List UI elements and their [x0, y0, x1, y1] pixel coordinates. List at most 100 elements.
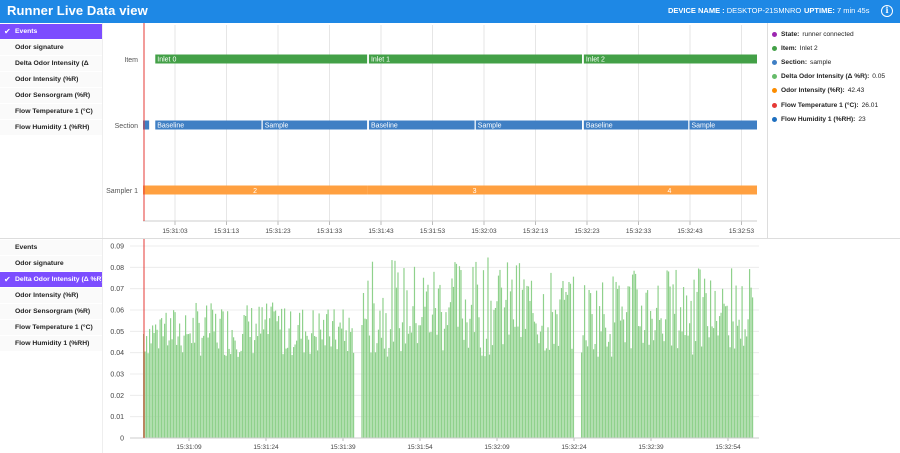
bar — [364, 318, 366, 438]
bar — [633, 270, 635, 438]
top-menu-item-delta-odor-intensity[interactable]: ✔Delta Odor Intensity (Δ — [0, 56, 102, 72]
legend-dot-icon — [772, 116, 777, 122]
bar — [213, 331, 215, 438]
bottom-menu-item-events[interactable]: ✔Events — [0, 240, 102, 256]
top-menu-item-odor-sensorgram-r[interactable]: ✔Odor Sensorgram (%R) — [0, 88, 102, 104]
bar — [368, 335, 371, 438]
bar — [535, 323, 537, 438]
bar — [604, 327, 607, 438]
bar — [482, 270, 485, 438]
menu-item-label: Flow Temperature 1 (°C) — [15, 108, 93, 115]
bar — [508, 334, 510, 438]
bar — [165, 312, 167, 438]
x-tick-label: 15:32:39 — [638, 444, 664, 451]
bar — [553, 343, 555, 438]
bar — [401, 322, 404, 438]
bar — [443, 328, 446, 438]
bar — [308, 339, 310, 438]
legend-value: runner connected — [802, 30, 854, 38]
bottom-chart-menu: ✔Events✔Odor signature ✔ Delta Odor Intens… — [0, 240, 102, 352]
bar — [416, 343, 419, 438]
bar — [548, 349, 551, 438]
bar — [171, 339, 173, 438]
x-tick-label: 15:32:53 — [729, 228, 755, 235]
bar — [622, 319, 625, 438]
bar — [696, 291, 698, 438]
top-menu-item-events[interactable]: ✔ Events — [0, 24, 102, 40]
bar — [273, 311, 275, 438]
bottom-menu-item-delta-odor-intensity-r[interactable]: ✔ Delta Odor Intensity (Δ %R) — [0, 272, 102, 288]
bar — [254, 340, 256, 438]
bar — [218, 348, 220, 438]
section-bar-label: Sample — [265, 123, 289, 130]
info-icon[interactable]: i — [881, 5, 893, 17]
uptime-info: UPTIME: 7 min 45s — [804, 6, 869, 15]
bar — [276, 321, 278, 438]
legend-label: Item: — [781, 44, 797, 52]
bottom-menu-item-flow-temperature-1-c[interactable]: ✔Flow Temperature 1 (°C) — [0, 320, 102, 336]
bar — [494, 307, 497, 438]
x-tick-label: 15:31:43 — [368, 228, 394, 235]
legend-dot-icon — [772, 31, 777, 37]
top-menu-item-odor-signature[interactable]: ✔Odor signature — [0, 40, 102, 56]
legend-value: 23 — [858, 115, 866, 123]
legend-value: 26.01 — [861, 101, 879, 109]
y-tick-label: 0.02 — [110, 393, 124, 400]
section-bar-label: Baseline — [586, 123, 613, 130]
bar — [406, 290, 408, 438]
bar — [597, 356, 599, 438]
bar — [376, 343, 378, 438]
device-info: DEVICE NAME : DESKTOP-21SMNRO — [668, 6, 801, 15]
delta-odor-intensity-chart[interactable]: 0 0.01 0.02 0.03 0.04 0.05 0.06 0.07 0.08 0.09 15:… — [102, 239, 767, 453]
bar — [557, 345, 560, 438]
bottom-menu-item-odor-intensity-r[interactable]: ✔Odor Intensity (%R) — [0, 288, 102, 304]
bar — [147, 353, 149, 438]
bar — [718, 316, 721, 438]
bar — [419, 325, 422, 438]
legend-entry-item: Item: Inlet 2 — [772, 41, 898, 55]
bar — [323, 319, 325, 438]
legend-entry-flow-humidity-1-rh: Flow Humidity 1 (%RH): 23 — [772, 112, 898, 126]
bar — [279, 329, 281, 438]
bar — [410, 332, 413, 438]
legend-dot-icon — [772, 45, 777, 51]
bar — [233, 337, 235, 438]
bar — [742, 345, 745, 438]
bar — [427, 284, 429, 438]
bottom-menu-item-odor-sensorgram-r[interactable]: ✔Odor Sensorgram (%R) — [0, 304, 102, 320]
bar — [365, 319, 368, 438]
menu-item-label: Odor Sensorgram (%R) — [15, 92, 91, 99]
bar — [606, 346, 608, 438]
bottom-menu-item-flow-humidity-1-rh[interactable]: ✔Flow Humidity 1 (%RH) — [0, 336, 102, 352]
bar — [720, 312, 722, 438]
bar — [556, 314, 558, 438]
bar — [675, 269, 677, 438]
bar — [539, 331, 542, 438]
bar — [466, 322, 468, 438]
bar — [370, 352, 372, 438]
legend-dot-icon — [772, 59, 777, 65]
y-tick-label: 0 — [120, 436, 124, 443]
bar — [676, 348, 679, 438]
top-menu-item-flow-temperature-1-c[interactable]: ✔Flow Temperature 1 (°C) — [0, 104, 102, 120]
top-menu-item-odor-intensity-r[interactable]: ✔Odor Intensity (%R) — [0, 72, 102, 88]
bar — [616, 288, 619, 438]
bar — [305, 331, 307, 438]
bar — [479, 347, 482, 438]
bar — [660, 318, 662, 438]
bar — [418, 325, 420, 438]
bottom-menu-item-odor-signature[interactable]: ✔Odor signature — [0, 256, 102, 272]
bar — [431, 314, 434, 438]
legend-value: 42.43 — [847, 87, 865, 95]
bar — [335, 339, 337, 438]
bar — [299, 312, 301, 438]
bar — [738, 319, 740, 438]
legend-dot-icon — [772, 102, 777, 108]
bar — [594, 343, 596, 438]
item-bar-label: Inlet 1 — [371, 57, 390, 64]
row-label-item: Item — [124, 57, 138, 64]
top-menu-item-flow-humidity-1-rh[interactable]: ✔Flow Humidity 1 (%RH) — [0, 120, 102, 136]
events-chart[interactable]: 15:31:03 15:31:13 15:31:23 15:31:33 15:31:43… — [102, 23, 767, 238]
bar — [258, 306, 260, 438]
bar — [460, 270, 462, 438]
